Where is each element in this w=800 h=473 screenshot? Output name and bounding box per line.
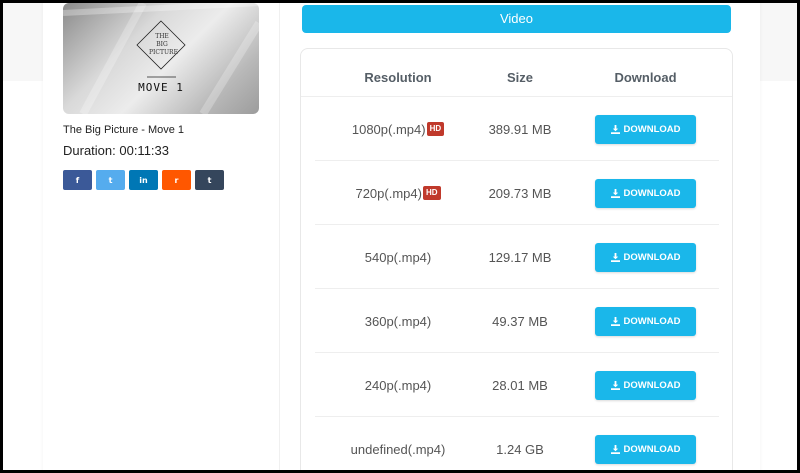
video-duration: Duration: 00:11:33 xyxy=(63,143,169,158)
video-title: The Big Picture - Move 1 xyxy=(63,124,185,136)
header-size: Size xyxy=(506,70,533,85)
download-button[interactable]: DOWNLOAD xyxy=(595,179,696,208)
size-cell: 49.37 MB xyxy=(492,313,548,329)
hd-badge: HD xyxy=(426,122,445,136)
size-cell: 129.17 MB xyxy=(488,249,552,265)
table-header: Resolution Size Download xyxy=(301,49,732,97)
reddit-icon: r xyxy=(174,175,179,185)
download-icon xyxy=(610,381,620,390)
download-button[interactable]: DOWNLOAD xyxy=(595,115,696,144)
download-label: DOWNLOAD xyxy=(623,188,681,199)
video-section-header: Video xyxy=(302,5,731,33)
table-row: 720p(.mp4) HD 209.73 MB DOWNLOAD xyxy=(315,161,719,225)
size-cell: 209.73 MB xyxy=(488,185,552,201)
size-cell: 28.01 MB xyxy=(492,377,548,393)
size-cell: 389.91 MB xyxy=(488,121,552,137)
table-row: 1080p(.mp4) HD 389.91 MB DOWNLOAD xyxy=(315,97,719,161)
download-table: Resolution Size Download 1080p(.mp4) HD … xyxy=(300,48,733,470)
video-info-column: THE BIG PICTURE MOVE 1 The Big Picture -… xyxy=(63,3,273,470)
hd-badge: HD xyxy=(422,186,441,200)
download-label: DOWNLOAD xyxy=(623,380,681,391)
download-button[interactable]: DOWNLOAD xyxy=(595,435,696,464)
reddit-share-button[interactable]: r xyxy=(162,170,191,190)
page-viewport: THE BIG PICTURE MOVE 1 The Big Picture -… xyxy=(3,3,797,470)
resolution-label: 240p(.mp4) xyxy=(364,377,432,393)
video-thumbnail[interactable]: THE BIG PICTURE MOVE 1 xyxy=(63,3,259,114)
share-buttons: f t in r t xyxy=(63,170,224,190)
download-icon xyxy=(610,125,620,134)
facebook-share-button[interactable]: f xyxy=(63,170,92,190)
tumblr-icon: t xyxy=(207,175,212,185)
column-divider xyxy=(279,3,280,470)
table-row: 360p(.mp4) 49.37 MB DOWNLOAD xyxy=(315,289,719,353)
thumbnail-title: THE BIG PICTURE xyxy=(149,33,178,56)
resolution-label: undefined(.mp4) xyxy=(350,441,446,457)
twitter-icon: t xyxy=(108,175,113,185)
linkedin-icon: in xyxy=(139,175,148,185)
table-row: 540p(.mp4) 129.17 MB DOWNLOAD xyxy=(315,225,719,289)
download-button[interactable]: DOWNLOAD xyxy=(595,243,696,272)
download-label: DOWNLOAD xyxy=(623,124,681,135)
table-row: undefined(.mp4) 1.24 GB DOWNLOAD xyxy=(315,417,719,470)
thumbnail-art xyxy=(63,3,259,114)
download-label: DOWNLOAD xyxy=(623,316,681,327)
size-cell: 1.24 GB xyxy=(496,441,544,457)
resolution-label: 360p(.mp4) xyxy=(364,313,432,329)
tumblr-share-button[interactable]: t xyxy=(195,170,224,190)
download-button[interactable]: DOWNLOAD xyxy=(595,371,696,400)
resolution-label: 720p(.mp4) xyxy=(355,185,422,201)
download-label: DOWNLOAD xyxy=(623,444,681,455)
header-download: Download xyxy=(614,70,677,85)
download-icon xyxy=(610,253,620,262)
resolution-label: 1080p(.mp4) xyxy=(351,121,426,137)
twitter-share-button[interactable]: t xyxy=(96,170,125,190)
download-icon xyxy=(610,189,620,198)
linkedin-share-button[interactable]: in xyxy=(129,170,158,190)
facebook-icon: f xyxy=(75,175,80,185)
download-button[interactable]: DOWNLOAD xyxy=(595,307,696,336)
resolution-label: 540p(.mp4) xyxy=(364,249,432,265)
download-icon xyxy=(610,445,620,454)
download-icon xyxy=(610,317,620,326)
download-label: DOWNLOAD xyxy=(623,252,681,263)
thumbnail-move-label: MOVE 1 xyxy=(138,81,184,94)
table-row: 240p(.mp4) 28.01 MB DOWNLOAD xyxy=(315,353,719,417)
